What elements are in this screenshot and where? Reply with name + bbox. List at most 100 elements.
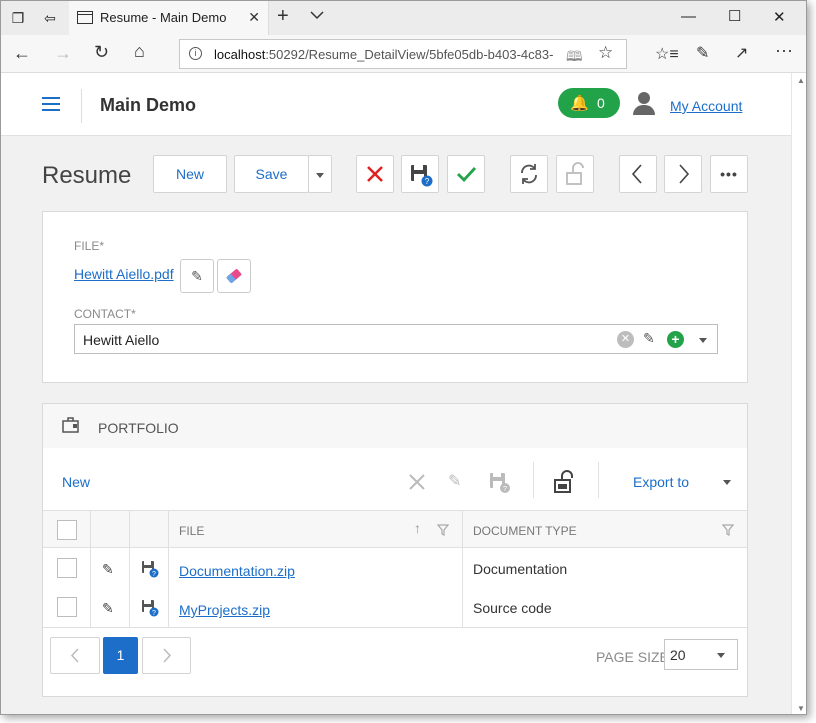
tab-resume[interactable]: Resume - Main Demo ✕ bbox=[69, 1, 269, 35]
set-aside-tabs-icon[interactable]: ⇦ bbox=[41, 9, 59, 27]
file-link[interactable]: Documentation.zip bbox=[179, 563, 295, 579]
reading-view-icon[interactable]: 🕮 bbox=[566, 46, 583, 70]
file-label: FILE* bbox=[74, 239, 105, 253]
sort-ascending-icon[interactable]: ↑ bbox=[414, 520, 421, 536]
add-icon[interactable]: + bbox=[667, 331, 684, 348]
validate-button[interactable] bbox=[447, 155, 485, 193]
edit-file-button[interactable]: ✎ bbox=[180, 259, 214, 293]
close-tab-icon[interactable]: ✕ bbox=[248, 9, 260, 26]
chevron-down-icon[interactable] bbox=[699, 338, 707, 343]
unlocked-lock-icon[interactable] bbox=[553, 470, 577, 494]
clear-icon[interactable]: ✕ bbox=[617, 331, 634, 348]
url-text: localhost:50292/Resume_DetailView/5bfe05… bbox=[214, 47, 554, 62]
main-content: Resume New Save ? ••• FILE* Hewitt Aiell… bbox=[1, 136, 791, 714]
next-record-button[interactable] bbox=[664, 155, 702, 193]
favorites-list-icon[interactable]: ☆≡ bbox=[655, 44, 679, 64]
tab-strip: ❐ ⇦ Resume - Main Demo ✕ + — ☐ ✕ bbox=[1, 1, 806, 35]
contact-lookup[interactable]: Hewitt Aiello ✕ ✎ + bbox=[74, 324, 718, 354]
chevron-left-icon bbox=[70, 648, 79, 663]
row-checkbox[interactable] bbox=[57, 558, 77, 578]
tab-actions-icon[interactable]: ❐ bbox=[9, 9, 27, 27]
pen-icon[interactable]: ✎ bbox=[696, 43, 709, 63]
new-tab-icon[interactable]: + bbox=[277, 5, 289, 28]
toolbar-divider bbox=[598, 462, 599, 498]
page-size-select[interactable]: 20 bbox=[664, 639, 738, 670]
maximize-icon[interactable]: ☐ bbox=[728, 7, 741, 25]
avatar-icon[interactable] bbox=[633, 92, 655, 116]
row-checkbox[interactable] bbox=[57, 597, 77, 617]
unlock-button[interactable] bbox=[556, 155, 594, 193]
svg-text:?: ? bbox=[152, 571, 156, 578]
previous-page-button[interactable] bbox=[50, 637, 100, 674]
delete-button[interactable] bbox=[356, 155, 394, 193]
page-title: Resume bbox=[42, 162, 132, 189]
file-link[interactable]: Hewitt Aiello.pdf bbox=[74, 266, 174, 282]
chevron-down-icon bbox=[717, 653, 725, 658]
resume-detail-panel: FILE* Hewitt Aiello.pdf ✎ CONTACT* Hewit… bbox=[42, 211, 748, 383]
forward-icon[interactable]: → bbox=[54, 43, 72, 64]
save-and-close-button[interactable]: ? bbox=[401, 155, 439, 193]
tab-title: Resume - Main Demo bbox=[100, 10, 227, 25]
page-1-button[interactable]: 1 bbox=[103, 637, 138, 674]
my-account-link[interactable]: My Account bbox=[670, 98, 742, 114]
select-all-checkbox[interactable] bbox=[57, 520, 77, 540]
back-icon[interactable]: ← bbox=[13, 43, 31, 64]
portfolio-icon bbox=[62, 417, 79, 433]
refresh-arrows-icon bbox=[521, 164, 537, 184]
export-to-button[interactable]: Export to bbox=[633, 474, 689, 490]
floppy-help-icon[interactable]: ? bbox=[488, 471, 512, 493]
home-icon[interactable]: ⌂ bbox=[134, 41, 145, 62]
column-header-file[interactable]: FILE bbox=[179, 524, 204, 538]
site-info-icon[interactable]: i bbox=[189, 47, 202, 60]
notification-count: 0 bbox=[597, 95, 605, 111]
contact-value: Hewitt Aiello bbox=[83, 332, 160, 348]
column-header-document-type[interactable]: DOCUMENT TYPE bbox=[473, 524, 577, 538]
save-button[interactable]: Save bbox=[234, 155, 309, 193]
toolbar-divider bbox=[533, 462, 534, 498]
filter-icon[interactable] bbox=[437, 524, 449, 536]
more-actions-button[interactable]: ••• bbox=[710, 155, 748, 193]
close-window-icon[interactable]: ✕ bbox=[773, 8, 786, 26]
chevron-right-icon bbox=[679, 164, 690, 184]
floppy-help-icon[interactable]: ? bbox=[140, 559, 160, 579]
next-page-button[interactable] bbox=[142, 637, 191, 674]
clear-file-button[interactable] bbox=[217, 259, 251, 293]
vertical-scrollbar[interactable]: ▲ ▼ bbox=[791, 73, 806, 714]
refresh-icon[interactable]: ↻ bbox=[94, 42, 109, 63]
favorite-star-icon[interactable]: ☆ bbox=[598, 43, 613, 63]
file-link[interactable]: MyProjects.zip bbox=[179, 602, 270, 618]
notifications-button[interactable]: 🔔 0 bbox=[558, 88, 620, 118]
grid-header-row: FILE ↑ DOCUMENT TYPE bbox=[43, 511, 747, 548]
svg-text:?: ? bbox=[152, 610, 156, 617]
tab-list-chevron-icon[interactable] bbox=[310, 10, 324, 20]
scroll-down-icon[interactable]: ▼ bbox=[797, 704, 805, 713]
minimize-icon[interactable]: — bbox=[681, 8, 696, 25]
portfolio-new-button[interactable]: New bbox=[62, 474, 90, 490]
pencil-icon[interactable]: ✎ bbox=[448, 471, 461, 491]
pencil-icon[interactable]: ✎ bbox=[102, 600, 114, 617]
address-bar[interactable]: i localhost:50292/Resume_DetailView/5bfe… bbox=[179, 39, 627, 69]
page-icon bbox=[77, 11, 93, 24]
more-menu-icon[interactable]: ··· bbox=[775, 40, 793, 61]
floppy-help-icon[interactable]: ? bbox=[140, 598, 160, 618]
eraser-icon bbox=[226, 269, 242, 283]
previous-record-button[interactable] bbox=[619, 155, 657, 193]
header-divider bbox=[81, 89, 82, 123]
scroll-up-icon[interactable]: ▲ bbox=[797, 76, 805, 85]
portfolio-header: PORTFOLIO bbox=[43, 404, 747, 448]
pencil-icon[interactable]: ✎ bbox=[643, 330, 655, 347]
svg-text:?: ? bbox=[425, 177, 430, 186]
refresh-button[interactable] bbox=[510, 155, 548, 193]
navigation-bar: ← → ↻ ⌂ i localhost:50292/Resume_DetailV… bbox=[1, 35, 806, 73]
share-icon[interactable]: ↗ bbox=[735, 43, 748, 63]
delete-x-icon[interactable] bbox=[407, 472, 427, 492]
new-button[interactable]: New bbox=[153, 155, 227, 193]
unlocked-lock-icon bbox=[566, 162, 584, 185]
filter-icon[interactable] bbox=[722, 524, 734, 536]
table-row[interactable]: ✎ ? MyProjects.zip Source code bbox=[43, 588, 747, 627]
chevron-down-icon[interactable] bbox=[723, 480, 731, 485]
pencil-icon[interactable]: ✎ bbox=[102, 561, 114, 578]
table-row[interactable]: ✎ ? Documentation.zip Documentation bbox=[43, 549, 747, 588]
save-options-dropdown[interactable] bbox=[308, 155, 332, 193]
hamburger-menu-icon[interactable] bbox=[42, 97, 60, 111]
